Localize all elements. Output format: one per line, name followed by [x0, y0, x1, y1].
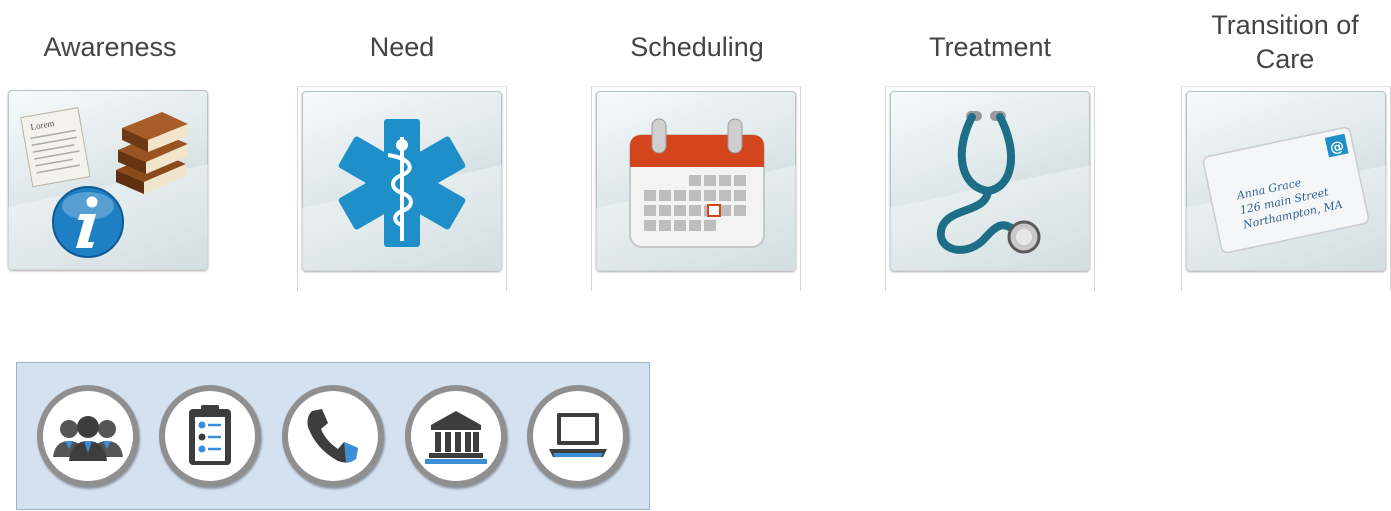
- laptop-icon: [549, 413, 607, 457]
- calendar-day-cell: [644, 190, 656, 201]
- stage-label-scheduling: Scheduling: [630, 32, 764, 62]
- channel-button-laptop[interactable]: [527, 385, 629, 487]
- stage-label-treatment: Treatment: [928, 32, 1052, 62]
- stage-tile-scheduling[interactable]: [591, 86, 801, 291]
- calendar-day-cell: [719, 190, 731, 201]
- stage-label-transition-of-care: Transition of Care: [1211, 10, 1359, 74]
- calendar-day-cell: [734, 190, 746, 201]
- calendar-day-cell: [689, 205, 701, 216]
- calendar-day-cell: [689, 220, 701, 231]
- calendar-day-cell: [659, 220, 671, 231]
- stage-tile-awareness[interactable]: Lorem: [4, 86, 214, 291]
- phone-icon: [307, 409, 358, 463]
- info-books-icon: Lorem: [20, 107, 188, 258]
- calendar-day-cell: [674, 220, 686, 231]
- channel-panel: [16, 362, 650, 510]
- calendar-icon: [629, 118, 765, 248]
- institution-icon: [425, 411, 487, 464]
- channel-button-group[interactable]: [37, 385, 139, 487]
- calendar-day-cell: [734, 205, 746, 216]
- calendar-day-cell: [719, 175, 731, 186]
- channel-button-institution[interactable]: [405, 385, 507, 487]
- stage-label-awareness: Awareness: [43, 32, 177, 62]
- calendar-day-cell: [659, 190, 671, 201]
- calendar-day-cell: [704, 220, 716, 231]
- channel-button-clipboard[interactable]: [159, 385, 261, 487]
- calendar-day-cell: [644, 220, 656, 231]
- channel-button-phone[interactable]: [282, 385, 384, 487]
- stethoscope-icon: [936, 111, 1041, 254]
- calendar-day-cell: [689, 190, 701, 201]
- calendar-day-cell: [644, 205, 656, 216]
- stage-tile-treatment[interactable]: [885, 86, 1095, 291]
- calendar-day-cell: [689, 175, 701, 186]
- calendar-day-cell: [659, 205, 671, 216]
- calendar-day-cell: [734, 175, 746, 186]
- stage-tile-transition-of-care[interactable]: @ Anna Grace 126 main Street Northampton…: [1181, 86, 1391, 291]
- calendar-day-cell: [704, 190, 716, 201]
- calendar-day-cell: [674, 190, 686, 201]
- group-icon: [53, 416, 123, 461]
- envelope-icon: @ Anna Grace 126 main Street Northampton…: [1202, 126, 1370, 254]
- calendar-day-cell: [674, 205, 686, 216]
- star-of-life-icon: [338, 119, 466, 247]
- stage-label-need: Need: [369, 32, 435, 62]
- calendar-day-cell: [704, 175, 716, 186]
- clipboard-checklist-icon: [189, 405, 231, 465]
- stage-tile-need[interactable]: [297, 86, 507, 291]
